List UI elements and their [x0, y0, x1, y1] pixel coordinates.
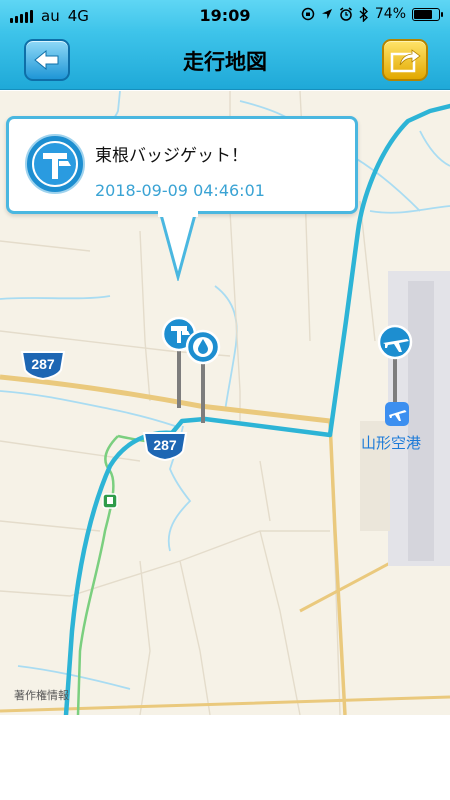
route-map[interactable]: 287 287 山形空港 東根バッジゲット！ 2018-09-09 04:46:… — [0, 91, 450, 715]
status-bar: au 4G 19:09 74% — [0, 0, 450, 32]
battery-percent: 74% — [374, 6, 406, 22]
location-arrow-icon — [321, 9, 332, 19]
badge-callout[interactable]: 東根バッジゲット！ 2018-09-09 04:46:01 — [6, 116, 358, 214]
nav-bar: 走行地図 — [0, 32, 450, 90]
map-credit-link[interactable]: 著作権情報 — [14, 687, 69, 703]
badge-pin-water[interactable] — [184, 329, 222, 425]
bluetooth-icon — [359, 6, 368, 22]
share-arrow-icon — [390, 49, 421, 73]
callout-timestamp: 2018-09-09 04:46:01 — [95, 181, 265, 200]
airport-poi-icon[interactable] — [384, 401, 410, 427]
badge-pin-airport[interactable] — [376, 324, 414, 404]
route-shield-287-west: 287 — [20, 351, 66, 380]
callout-message: 東根バッジゲット！ — [95, 146, 248, 166]
alarm-icon — [339, 7, 352, 21]
battery-fill — [414, 9, 432, 19]
callout-tail — [158, 211, 198, 281]
battery-icon — [412, 7, 443, 21]
route-shield-label: 287 — [31, 356, 55, 372]
route-shield-label: 287 — [153, 437, 177, 453]
share-button[interactable] — [382, 39, 428, 81]
station-icon — [102, 493, 118, 509]
roadsign-badge-icon — [25, 134, 85, 194]
orientation-lock-icon — [301, 7, 315, 21]
airport-label[interactable]: 山形空港 — [361, 432, 421, 453]
rail-line — [76, 435, 119, 715]
route-shield-287-center: 287 — [142, 432, 188, 461]
